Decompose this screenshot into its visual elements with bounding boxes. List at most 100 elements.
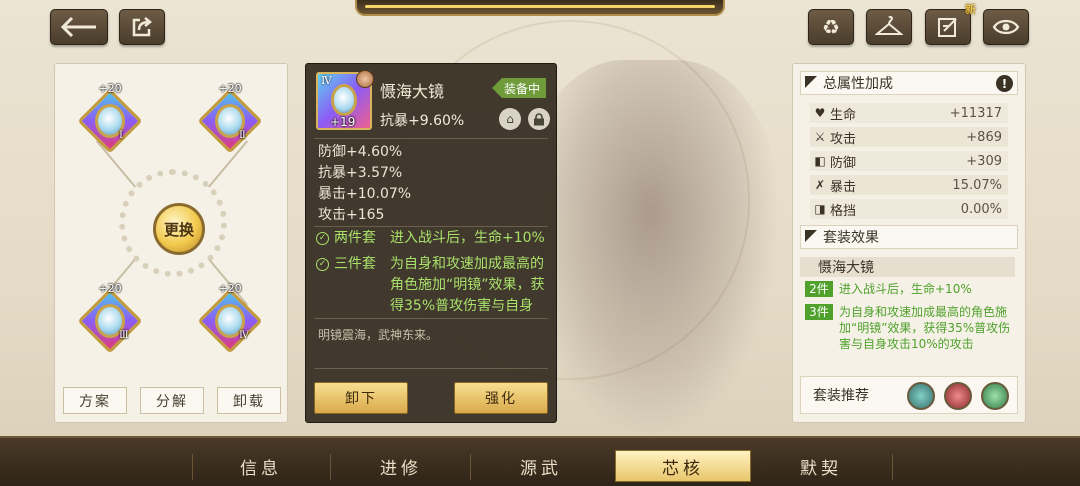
recycle-button[interactable]: ♻	[808, 9, 854, 45]
set-bonus-text: 为自身和攻速加成最高的角色施加“明镜”效果，获得35%普攻伤害与自身	[390, 256, 545, 314]
attr-row-attack: ⚔ 攻击 +869	[810, 127, 1008, 147]
enhance-button[interactable]: 强化	[454, 382, 548, 414]
attr-row-crit: ✗ 暴击 15.07%	[810, 175, 1008, 195]
recommended-set-1[interactable]	[907, 382, 935, 410]
corner-mark	[805, 230, 817, 242]
lock-icon	[534, 112, 544, 125]
attr-name: 攻击	[830, 131, 857, 147]
tab-divider	[470, 454, 471, 480]
core-detail-panel: Ⅳ +19 慑海大镜 抗暴+9.60% 装备中 ⌂ 防御+4.60% 抗暴+3.…	[305, 63, 557, 423]
core-level: +20	[98, 282, 122, 295]
set-effect-text: 进入战斗后，生命+10%	[839, 282, 972, 296]
sub-stat: 攻击+165	[318, 207, 385, 223]
info-icon[interactable]: !	[996, 75, 1013, 92]
attr-value: 15.07%	[952, 177, 1002, 193]
recommended-set-3[interactable]	[981, 382, 1009, 410]
view-button[interactable]	[983, 9, 1029, 45]
piece-count-badge: 2件	[805, 281, 833, 297]
divider	[314, 318, 548, 319]
core-slot-3[interactable]: +20 Ⅲ	[77, 282, 143, 354]
tab-training[interactable]: 进修	[333, 450, 469, 482]
core-level: +20	[218, 82, 242, 95]
eye-icon	[992, 19, 1020, 35]
core-main-stat: 抗暴+9.60%	[380, 113, 465, 129]
attr-row-block: ◨ 格挡 0.00%	[810, 199, 1008, 219]
shield-icon: ◧	[814, 154, 826, 168]
tab-core[interactable]: 芯核	[615, 450, 751, 482]
sub-stat: 暴击+10.07%	[318, 186, 412, 202]
attr-row-hp: ♥ 生命 +11317	[810, 103, 1008, 123]
edit-icon	[938, 18, 957, 37]
attr-value: +309	[966, 153, 1002, 169]
change-core-gear[interactable]: 更换	[119, 169, 227, 277]
divider	[314, 226, 548, 227]
core-slot-number: Ⅱ	[239, 130, 246, 141]
attr-row-defense: ◧ 防御 +309	[810, 151, 1008, 171]
top-decoration-bar	[355, 0, 725, 16]
set-bonus-2: ✓ 两件套 进入战斗后，生命+10%	[316, 228, 548, 249]
recommend-label: 套装推荐	[813, 388, 869, 404]
set-effect-3: 3件 为自身和攻速加成最高的角色施加“明镜”效果，获得35%普攻伤害与自身攻击1…	[805, 304, 1017, 368]
attr-value: +869	[966, 129, 1002, 145]
lock-button[interactable]	[528, 108, 550, 130]
unequip-all-button[interactable]: 卸载	[217, 387, 281, 414]
core-level: +20	[98, 82, 122, 95]
sub-stat: 防御+4.60%	[318, 144, 403, 160]
unequip-button[interactable]: 卸下	[314, 382, 408, 414]
change-core-button[interactable]: 更换	[153, 203, 205, 255]
tab-divider	[892, 454, 893, 480]
back-button[interactable]	[50, 9, 108, 45]
attr-name: 格挡	[830, 203, 857, 219]
tab-divider	[330, 454, 331, 480]
attr-value: +11317	[949, 105, 1002, 121]
set-bonus-label: 三件套	[334, 256, 376, 272]
core-slot-number: Ⅲ	[119, 330, 129, 341]
tab-bond[interactable]: 默契	[753, 450, 889, 482]
attribute-summary-panel: 总属性加成 ! ♥ 生命 +11317 ⚔ 攻击 +869 ◧ 防御 +309 …	[792, 63, 1026, 423]
set-effect-text: 为自身和攻速加成最高的角色施加“明镜”效果，获得35%普攻伤害与自身攻击10%的…	[839, 305, 1011, 351]
recommended-set-2[interactable]	[944, 382, 972, 410]
bottom-tab-bar: 信息 进修 源武 芯核 默契	[0, 436, 1080, 486]
divider	[314, 138, 548, 139]
attr-name: 防御	[830, 155, 857, 171]
set-name: 慑海大镜	[800, 257, 1015, 277]
set-effect-2: 2件 进入战斗后，生命+10%	[805, 281, 1017, 297]
mirror-icon	[331, 84, 357, 116]
crit-icon: ✗	[814, 178, 826, 192]
core-slot-number: Ⅰ	[119, 130, 123, 141]
character-art	[520, 60, 780, 440]
sword-icon: ⚔	[814, 130, 826, 144]
set-recommendation: 套装推荐	[800, 376, 1018, 414]
arrow-left-icon	[60, 16, 96, 38]
tab-info[interactable]: 信息	[193, 450, 329, 482]
corner-mark	[805, 76, 817, 88]
heart-icon: ♥	[814, 106, 826, 120]
core-slot-1[interactable]: +20 Ⅰ	[77, 82, 143, 154]
sub-stats: 防御+4.60% 抗暴+3.57% 暴击+10.07% 攻击+165	[318, 142, 411, 226]
attr-name: 暴击	[830, 179, 857, 195]
preset-button[interactable]: 方案	[63, 387, 127, 414]
core-slot-4[interactable]: +20 Ⅳ	[197, 282, 263, 354]
tab-weapon[interactable]: 源武	[473, 450, 609, 482]
hanger-icon	[875, 16, 903, 35]
equipped-badge: 装备中	[491, 78, 546, 98]
attr-name: 生命	[830, 107, 857, 123]
share-button[interactable]	[119, 9, 165, 45]
outfit-button[interactable]	[866, 9, 912, 45]
section-title: 总属性加成	[823, 76, 893, 92]
dismantle-button[interactable]: 分解	[140, 387, 204, 414]
divider	[314, 368, 548, 369]
share-item-button[interactable]: ⌂	[499, 108, 521, 130]
core-item-icon: Ⅳ +19	[316, 70, 374, 130]
new-badge: 新	[965, 3, 976, 16]
core-level: +19	[330, 115, 356, 129]
section-title: 套装效果	[823, 230, 879, 246]
block-icon: ◨	[814, 202, 826, 216]
core-level: +20	[218, 282, 242, 295]
core-slots-panel: 更换 +20 Ⅰ +20 Ⅱ +20 Ⅲ +20 Ⅳ 方案 分解 卸载	[54, 63, 288, 423]
core-slot-2[interactable]: +20 Ⅱ	[197, 82, 263, 154]
edit-button[interactable]: 新	[925, 4, 976, 45]
slot-actions: 方案 分解 卸载	[63, 387, 281, 414]
flavor-text: 明镜震海，武神东来。	[318, 328, 439, 342]
set-bonus-label: 两件套	[334, 230, 376, 246]
